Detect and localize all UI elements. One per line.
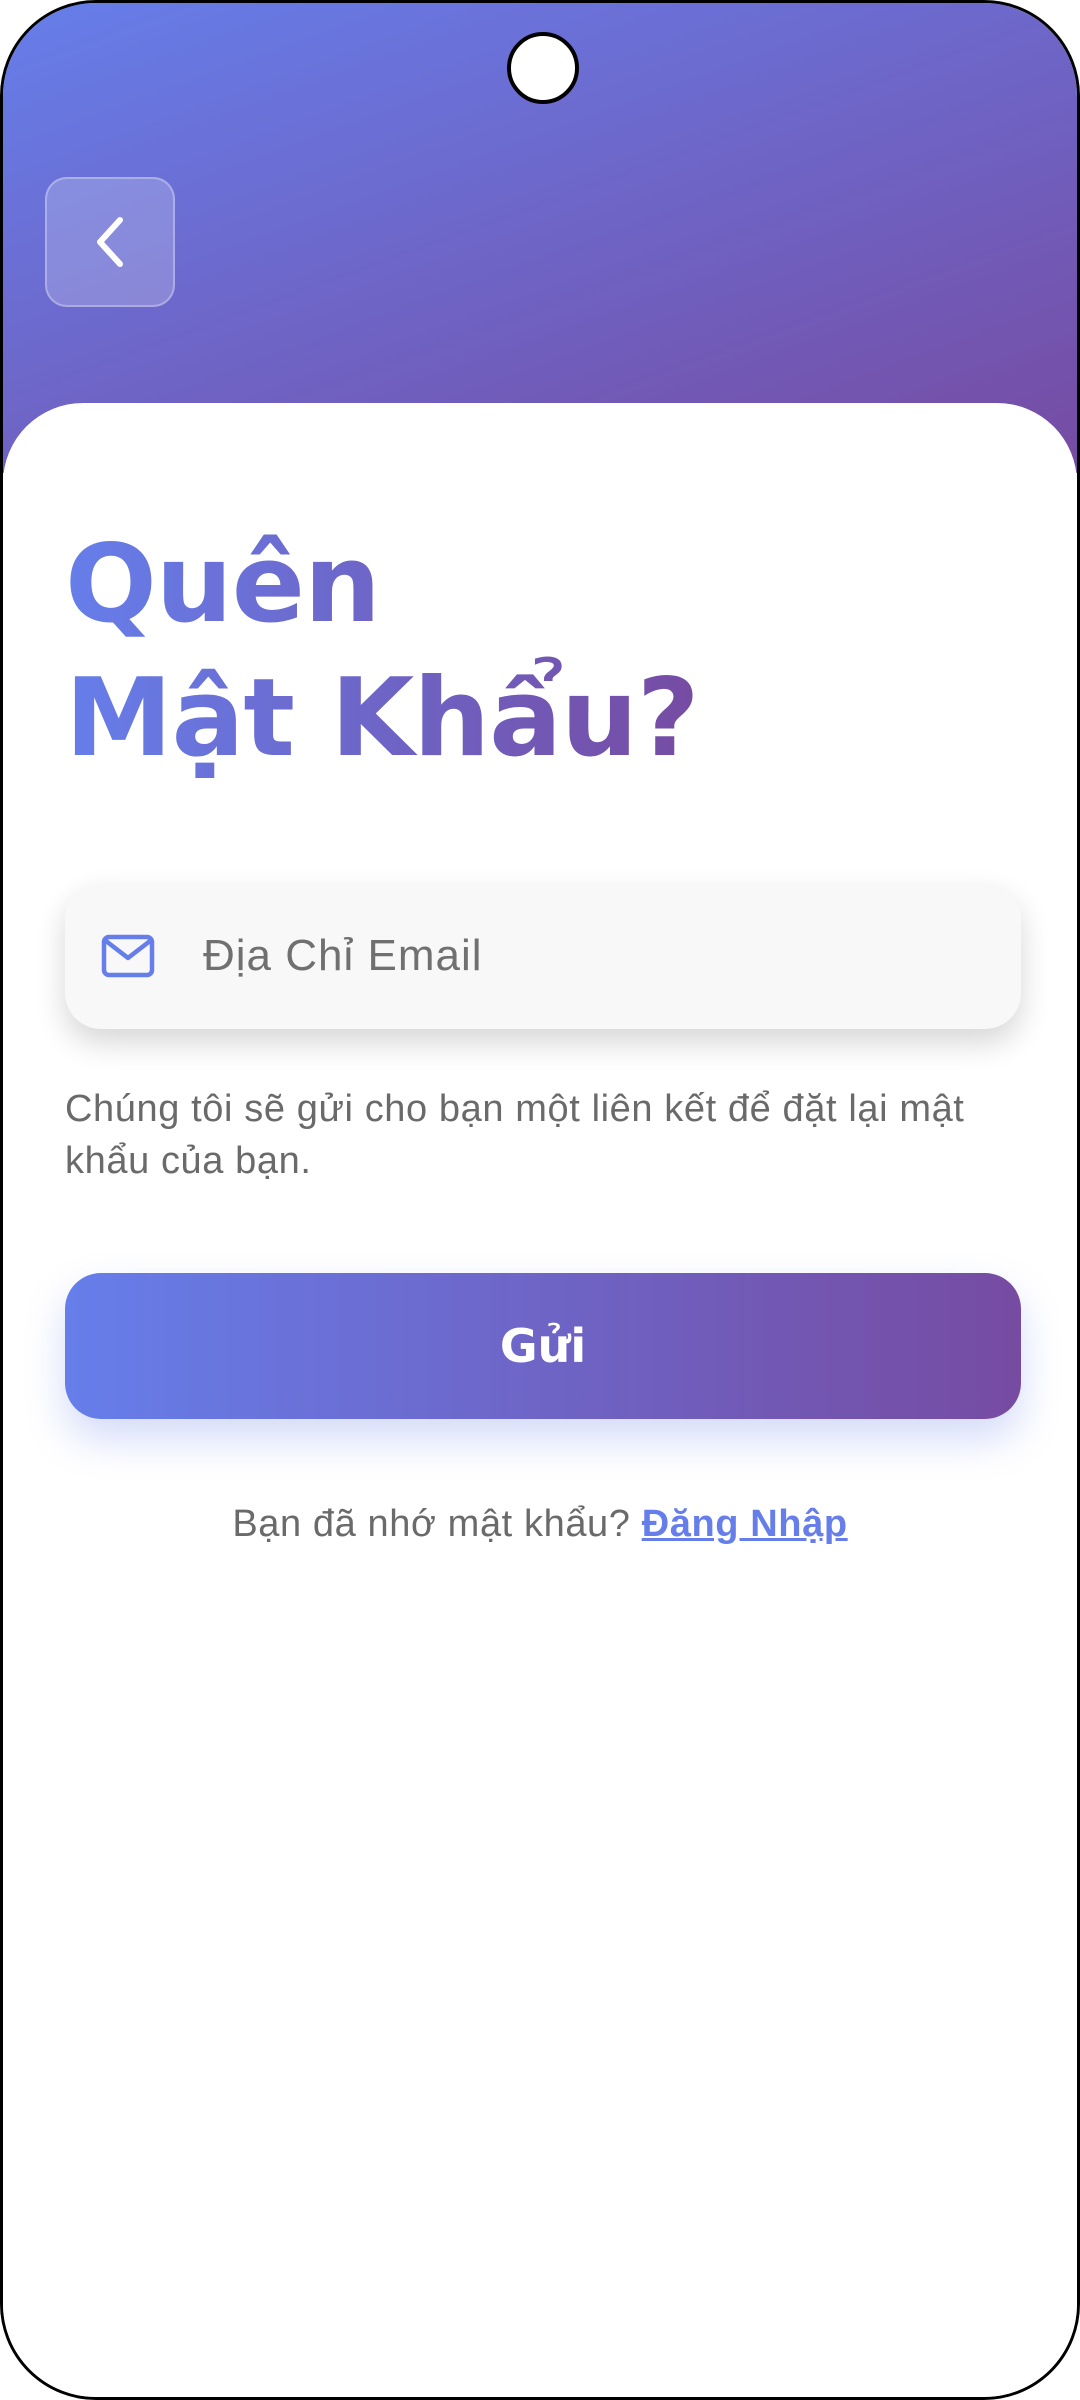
title-line-1: Quên <box>65 522 380 647</box>
email-input[interactable] <box>201 883 981 1029</box>
remember-prompt: Bạn đã nhớ mật khẩu? <box>232 1503 642 1545</box>
chevron-left-icon <box>97 217 123 267</box>
back-button[interactable] <box>45 177 175 307</box>
content-card: Quên Mật Khẩu? Chúng tôi sẽ gửi cho bạn … <box>3 403 1077 2397</box>
helper-text: Chúng tôi sẽ gửi cho bạn một liên kết để… <box>65 1088 965 1182</box>
send-button[interactable]: Gửi <box>65 1273 1021 1419</box>
mail-icon <box>101 934 155 978</box>
phone-frame: Quên Mật Khẩu? Chúng tôi sẽ gửi cho bạn … <box>0 0 1080 2400</box>
camera-cutout <box>507 32 579 104</box>
title-line-2: Mật Khẩu? <box>65 656 699 781</box>
login-link[interactable]: Đăng Nhập <box>642 1503 848 1545</box>
page-title: Quên Mật Khẩu? <box>65 518 699 786</box>
email-field[interactable] <box>65 883 1021 1029</box>
remember-password-row: Bạn đã nhớ mật khẩu? Đăng Nhập <box>3 1503 1077 1546</box>
